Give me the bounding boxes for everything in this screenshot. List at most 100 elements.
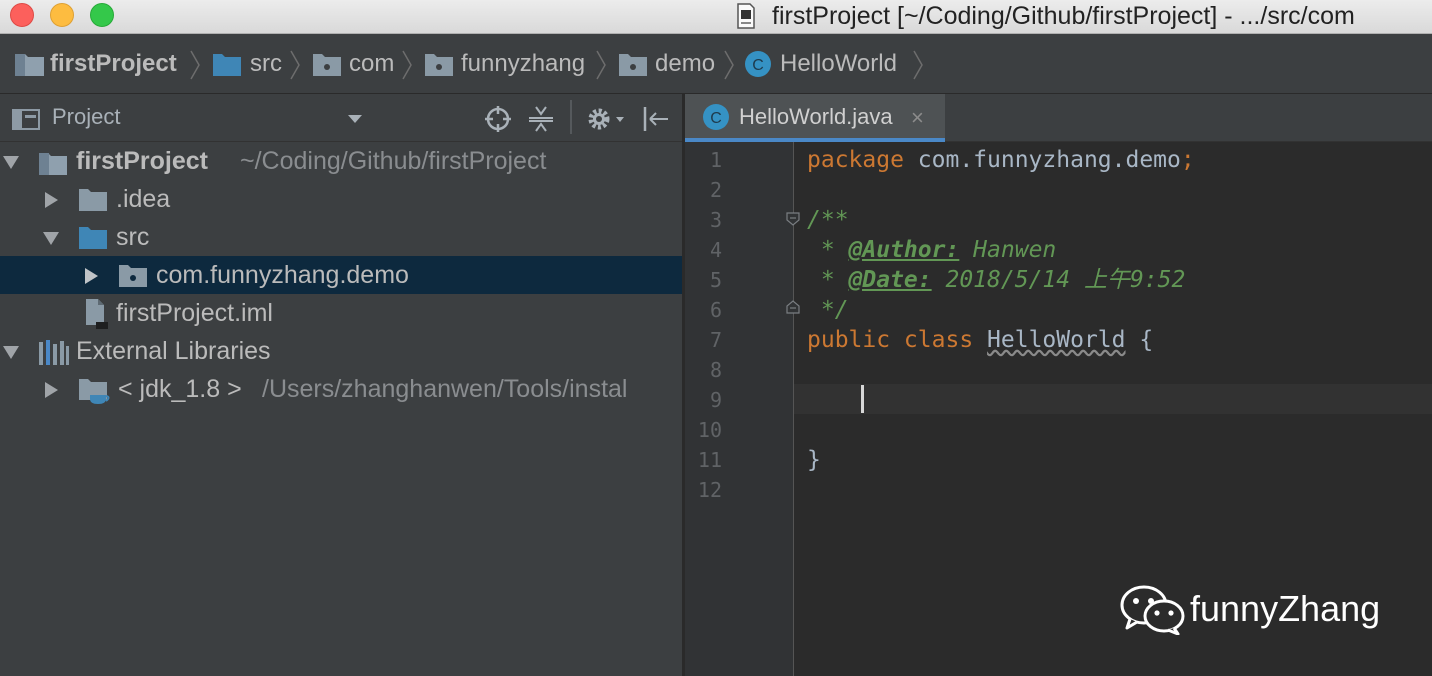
class-icon: C bbox=[745, 51, 771, 77]
chevron-right-icon bbox=[402, 50, 412, 80]
source-folder-icon bbox=[213, 54, 241, 76]
iml-file-icon bbox=[86, 299, 108, 329]
text-caret bbox=[861, 385, 864, 413]
tab-label: HelloWorld.java bbox=[739, 104, 893, 129]
tree-node-label: com.funnyzhang.demo bbox=[156, 261, 409, 289]
tree-node-label: External Libraries bbox=[76, 337, 271, 365]
svg-text:C: C bbox=[710, 110, 722, 127]
breadcrumb-label: HelloWorld bbox=[780, 50, 897, 77]
line-number: 2 bbox=[709, 178, 722, 202]
project-folder-icon bbox=[15, 54, 44, 76]
breadcrumb-item-firstproject[interactable]: firstProject bbox=[14, 34, 177, 94]
breadcrumb-label: demo bbox=[655, 50, 716, 77]
tree-node-label: < jdk_1.8 > bbox=[118, 375, 242, 403]
project-panel-header: Project bbox=[0, 94, 682, 142]
chevron-right-icon bbox=[913, 50, 923, 80]
package-icon bbox=[119, 265, 147, 287]
code-line-3: /** bbox=[807, 207, 849, 233]
source-folder-icon bbox=[79, 227, 107, 249]
code-line-7: public class HelloWorld { bbox=[807, 325, 1153, 355]
tree-node-label: src bbox=[116, 223, 150, 251]
tree-node-src[interactable]: src bbox=[0, 218, 682, 256]
line-number: 12 bbox=[697, 478, 722, 502]
minimize-window-button[interactable] bbox=[50, 3, 74, 27]
breadcrumb-item-demo[interactable]: demo bbox=[618, 34, 715, 94]
breadcrumb-label: firstProject bbox=[50, 50, 177, 77]
project-tree: firstProject ~/Coding/Github/firstProjec… bbox=[0, 142, 682, 676]
code-line-5: * @Date: 2018/5/14 上午9:52 bbox=[807, 265, 1186, 295]
editor-tab-bar: C HelloWorld.java × bbox=[685, 94, 1432, 142]
toolbar-separator bbox=[570, 100, 572, 134]
tree-node-firstproject[interactable]: firstProject ~/Coding/Github/firstProjec… bbox=[0, 142, 682, 180]
expand-arrow-down-icon[interactable] bbox=[2, 343, 20, 361]
watermark-text: funnyZhang bbox=[1190, 588, 1381, 629]
doc-comment: 2018/5/14 上午9:52 bbox=[931, 267, 1186, 293]
tree-node-com-funnyzhang-demo[interactable]: com.funnyzhang.demo bbox=[0, 256, 682, 294]
package-icon bbox=[425, 54, 453, 76]
breadcrumb-label: com bbox=[349, 50, 395, 77]
tab-close-icon[interactable]: × bbox=[911, 107, 924, 129]
chevron-right-icon bbox=[596, 50, 606, 80]
package-icon bbox=[313, 54, 341, 76]
expand-arrow-right-icon[interactable] bbox=[42, 191, 60, 209]
doc-comment: * bbox=[807, 267, 849, 293]
tree-node-path: /Users/zhanghanwen/Tools/instal bbox=[262, 375, 628, 403]
doc-tag: @Date: bbox=[848, 267, 932, 293]
expand-arrow-right-icon[interactable] bbox=[82, 267, 100, 285]
tree-node-idea[interactable]: .idea bbox=[0, 180, 682, 218]
expand-arrow-right-icon[interactable] bbox=[42, 381, 60, 399]
code-keyword: package bbox=[807, 147, 904, 173]
breadcrumb-item-src[interactable]: src bbox=[212, 34, 282, 94]
code-line-11: } bbox=[807, 447, 821, 473]
tree-node-jdk[interactable]: < jdk_1.8 > /Users/zhanghanwen/Tools/ins… bbox=[0, 370, 682, 408]
svg-text:C: C bbox=[752, 57, 764, 74]
code-line-6: */ bbox=[807, 297, 849, 323]
wechat-icon bbox=[1120, 585, 1185, 635]
code-keyword: public class bbox=[807, 327, 974, 353]
close-window-button[interactable] bbox=[10, 3, 34, 27]
java-file-icon bbox=[737, 3, 755, 29]
zoom-window-button[interactable] bbox=[90, 3, 114, 27]
tree-node-external-libraries[interactable]: External Libraries bbox=[0, 332, 682, 370]
code-text: { bbox=[1125, 327, 1154, 353]
locate-file-icon[interactable] bbox=[484, 105, 512, 133]
doc-comment: * bbox=[807, 237, 849, 263]
project-view-icon bbox=[12, 109, 40, 130]
line-number: 1 bbox=[709, 148, 722, 172]
chevron-right-icon bbox=[190, 50, 200, 80]
line-number: 8 bbox=[709, 358, 722, 382]
line-number: 5 bbox=[709, 268, 722, 292]
breadcrumb-item-helloworld[interactable]: C HelloWorld bbox=[744, 34, 897, 94]
line-number: 4 bbox=[709, 238, 722, 262]
expand-arrow-down-icon[interactable] bbox=[2, 153, 20, 171]
tree-node-path: ~/Coding/Github/firstProject bbox=[240, 147, 547, 175]
line-number: 9 bbox=[709, 388, 722, 412]
settings-gear-icon[interactable] bbox=[586, 105, 628, 133]
line-number: 11 bbox=[697, 448, 722, 472]
folder-icon bbox=[79, 189, 107, 211]
line-number: 10 bbox=[697, 418, 722, 442]
hide-panel-icon[interactable] bbox=[642, 106, 670, 132]
line-number: 3 bbox=[709, 208, 722, 232]
dropdown-arrow-icon[interactable] bbox=[347, 114, 363, 124]
expand-arrow-down-icon[interactable] bbox=[42, 229, 60, 247]
code-text: com.funnyzhang.demo bbox=[903, 147, 1181, 173]
breadcrumb-item-com[interactable]: com bbox=[312, 34, 394, 94]
code-line-1: package com.funnyzhang.demo; bbox=[807, 145, 1195, 175]
package-icon bbox=[619, 54, 647, 76]
breadcrumb-item-funnyzhang[interactable]: funnyzhang bbox=[424, 34, 585, 94]
fold-marker-icon[interactable] bbox=[786, 212, 800, 226]
breadcrumb-label: funnyzhang bbox=[461, 50, 586, 77]
window-title: firstProject [~/Coding/Github/firstProje… bbox=[772, 2, 1355, 30]
tree-node-label: .idea bbox=[116, 185, 171, 213]
tree-node-firstproject-iml[interactable]: firstProject.iml bbox=[0, 294, 682, 332]
project-view-selector[interactable]: Project bbox=[52, 104, 120, 130]
fold-marker-icon[interactable] bbox=[786, 300, 800, 314]
class-icon: C bbox=[703, 104, 729, 130]
tab-helloworld-java[interactable]: C HelloWorld.java × bbox=[685, 94, 945, 142]
doc-comment: Hanwen bbox=[959, 237, 1057, 263]
chevron-right-icon bbox=[724, 50, 734, 80]
collapse-all-icon[interactable] bbox=[528, 105, 554, 133]
doc-tag: @Author: bbox=[848, 237, 960, 263]
code-line-4: * @Author: Hanwen bbox=[807, 235, 1056, 265]
